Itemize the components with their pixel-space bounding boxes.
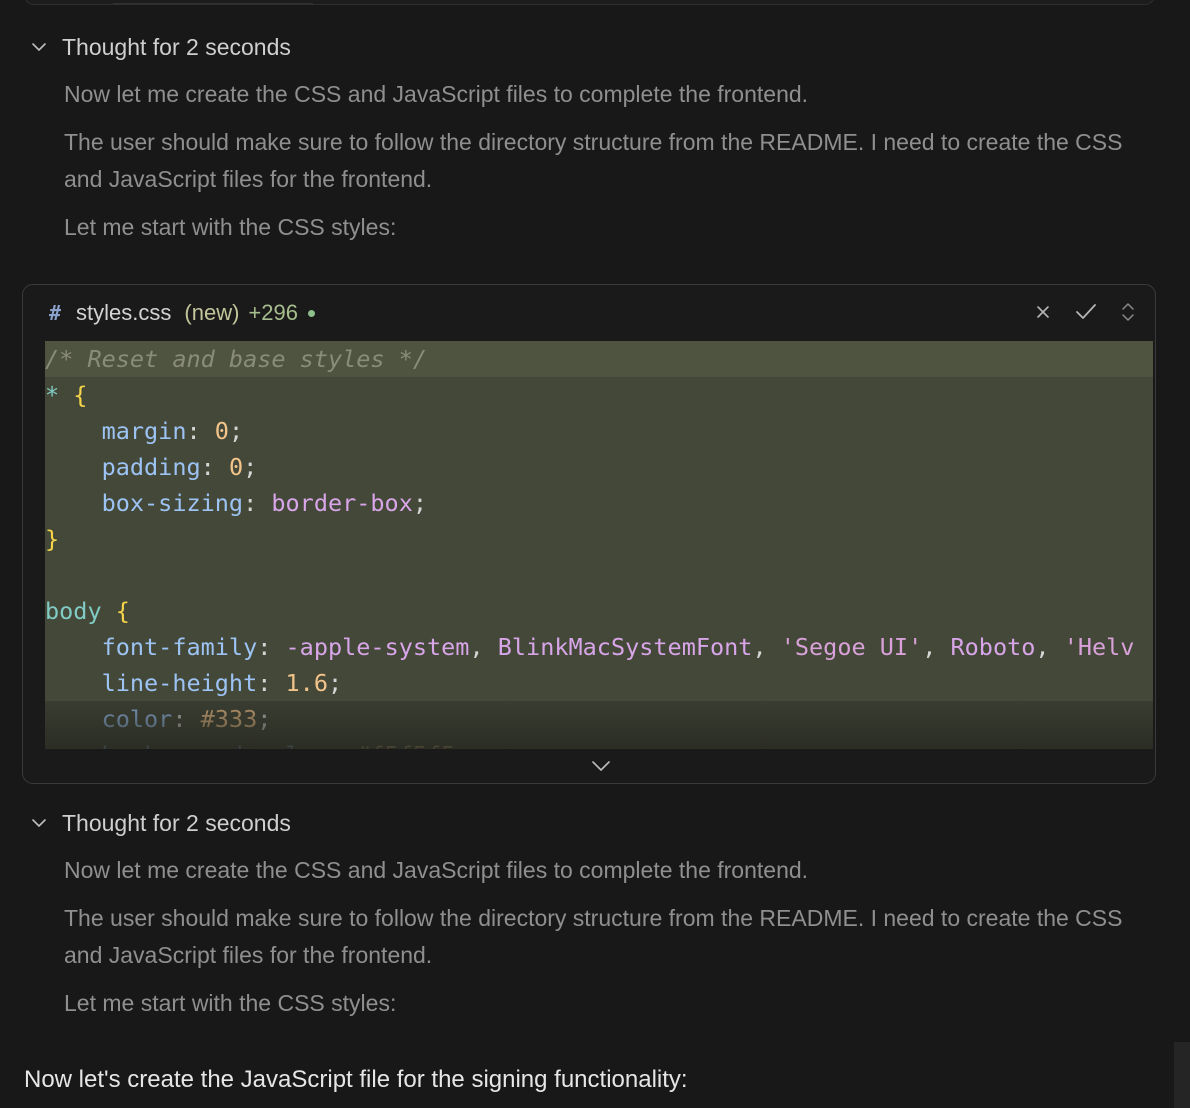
code-token: 'Helv bbox=[1063, 633, 1135, 661]
code-token: font-family bbox=[45, 633, 258, 661]
accept-button[interactable] bbox=[1075, 303, 1097, 321]
code-line: font-family: -apple-system, BlinkMacSyst… bbox=[45, 629, 1153, 665]
chevron-up-down-icon bbox=[1122, 303, 1134, 321]
file-name[interactable]: styles.css bbox=[76, 300, 171, 326]
code-token: line-height bbox=[45, 669, 258, 697]
chevron-down-icon bbox=[32, 819, 46, 827]
code-token: : bbox=[200, 453, 229, 481]
code-token: 1.6 bbox=[285, 669, 328, 697]
code-line: margin: 0; bbox=[45, 413, 1153, 449]
thought-title: Thought for 2 seconds bbox=[62, 33, 291, 60]
thought-body: Now let me create the CSS and JavaScript… bbox=[64, 76, 1144, 257]
code-token: /* Reset and base styles */ bbox=[45, 345, 428, 373]
code-token: border-box bbox=[271, 489, 413, 517]
thought-body: Now let me create the CSS and JavaScript… bbox=[64, 852, 1144, 1033]
code-fade-overlay bbox=[45, 701, 1153, 749]
code-line: line-height: 1.6; bbox=[45, 665, 1153, 701]
code-token: 0 bbox=[214, 417, 229, 445]
thought-paragraph: Now let me create the CSS and JavaScript… bbox=[64, 857, 809, 883]
thought-title: Thought for 2 seconds bbox=[62, 809, 291, 836]
added-lines-count: +296 bbox=[248, 300, 298, 325]
code-token: * bbox=[45, 381, 60, 409]
expand-collapse-button[interactable] bbox=[1121, 301, 1135, 323]
code-line: /* Reset and base styles */ bbox=[45, 341, 1153, 377]
thought-paragraph: The user should make sure to follow the … bbox=[64, 129, 1123, 192]
code-token: } bbox=[45, 525, 60, 553]
code-edit-card: # styles.css (new) +296 /* Reset and bas… bbox=[22, 284, 1156, 784]
chevron-down-icon bbox=[32, 43, 46, 51]
code-token: 'Segoe UI' bbox=[780, 633, 923, 661]
thought-paragraph: Now let me create the CSS and JavaScript… bbox=[64, 81, 809, 107]
code-line: padding: 0; bbox=[45, 449, 1153, 485]
code-token: -apple-system bbox=[285, 633, 470, 661]
scrollbar-thumb[interactable] bbox=[1174, 1042, 1190, 1108]
code-token: { bbox=[101, 597, 130, 625]
code-token: , bbox=[752, 633, 781, 661]
code-view[interactable]: /* Reset and base styles */ * { margin: 0… bbox=[45, 341, 1153, 749]
code-line: } bbox=[45, 521, 1153, 557]
code-token: ; bbox=[228, 417, 244, 445]
code-token: ; bbox=[412, 489, 428, 517]
code-token: : bbox=[257, 633, 286, 661]
code-token: ; bbox=[327, 669, 343, 697]
code-line: box-sizing: border-box; bbox=[45, 485, 1153, 521]
close-icon bbox=[1037, 306, 1049, 318]
code-token: : bbox=[186, 417, 215, 445]
code-token: : bbox=[243, 489, 272, 517]
code-token: , bbox=[469, 633, 498, 661]
check-icon bbox=[1076, 304, 1096, 319]
thought-paragraph: Let me start with the CSS styles: bbox=[64, 990, 397, 1016]
css-file-icon: # bbox=[49, 301, 62, 325]
code-token: 0 bbox=[228, 453, 244, 481]
code-token: Roboto bbox=[950, 633, 1036, 661]
thought-toggle[interactable]: Thought for 2 seconds bbox=[30, 32, 291, 62]
thought-toggle[interactable]: Thought for 2 seconds bbox=[30, 808, 291, 838]
code-header: # styles.css (new) +296 bbox=[23, 285, 1155, 341]
expand-chevron-icon[interactable] bbox=[590, 759, 612, 773]
previous-message-block bbox=[24, 0, 1155, 5]
code-token: ; bbox=[243, 453, 258, 481]
code-token: padding bbox=[45, 453, 201, 481]
status-dot bbox=[307, 309, 315, 317]
code-token: { bbox=[59, 381, 88, 409]
code-token: , bbox=[1035, 633, 1064, 661]
code-token: box-sizing bbox=[45, 489, 244, 517]
thought-paragraph: Let me start with the CSS styles: bbox=[64, 214, 397, 240]
code-token: : bbox=[257, 669, 286, 697]
assistant-message: Now let's create the JavaScript file for… bbox=[24, 1066, 688, 1093]
code-line: body { bbox=[45, 593, 1153, 629]
code-token: , bbox=[922, 633, 951, 661]
reject-button[interactable] bbox=[1035, 304, 1051, 320]
code-token: margin bbox=[45, 417, 187, 445]
code-token: body bbox=[45, 597, 102, 625]
code-actions bbox=[1035, 301, 1135, 323]
code-line: * { bbox=[45, 377, 1153, 413]
thought-paragraph: The user should make sure to follow the … bbox=[64, 905, 1123, 968]
code-token: BlinkMacSystemFont bbox=[497, 633, 753, 661]
file-status: (new) bbox=[184, 300, 240, 325]
